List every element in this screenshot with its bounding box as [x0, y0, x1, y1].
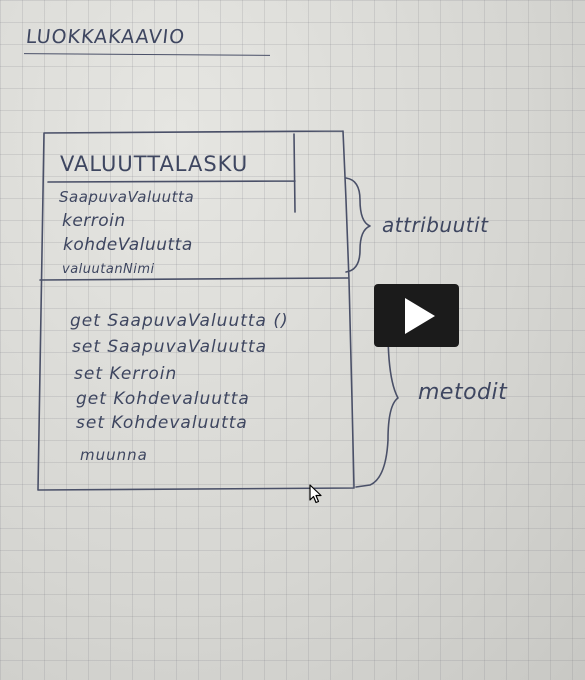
- method-item: set Kohdevaluutta: [76, 413, 248, 433]
- play-icon: [404, 297, 435, 334]
- attributes-label: attribuutit: [382, 213, 489, 237]
- method-item: get SaapuvaValuutta (): [70, 311, 289, 331]
- attribute-item: SaapuvaValuutta: [59, 188, 195, 206]
- mouse-pointer-icon: [309, 484, 323, 508]
- method-item: get Kohdevaluutta: [76, 389, 250, 409]
- attribute-item: kerroin: [62, 211, 126, 231]
- attribute-item: kohdeValuutta: [63, 235, 193, 255]
- video-frame[interactable]: LUOKKAKAAVIO VALUUTTALASKU SaapuvaValuut…: [0, 0, 585, 680]
- class-name: VALUUTTALASKU: [60, 152, 249, 176]
- method-item: set SaapuvaValuutta: [72, 337, 268, 357]
- method-item: muunna: [80, 446, 148, 464]
- attribute-item: valuutanNimi: [62, 262, 155, 277]
- methods-label: metodit: [418, 380, 508, 405]
- play-button[interactable]: [374, 284, 459, 347]
- method-item: set Kerroin: [74, 364, 178, 384]
- attributes-brace: [345, 177, 371, 273]
- section-divider: [39, 277, 349, 281]
